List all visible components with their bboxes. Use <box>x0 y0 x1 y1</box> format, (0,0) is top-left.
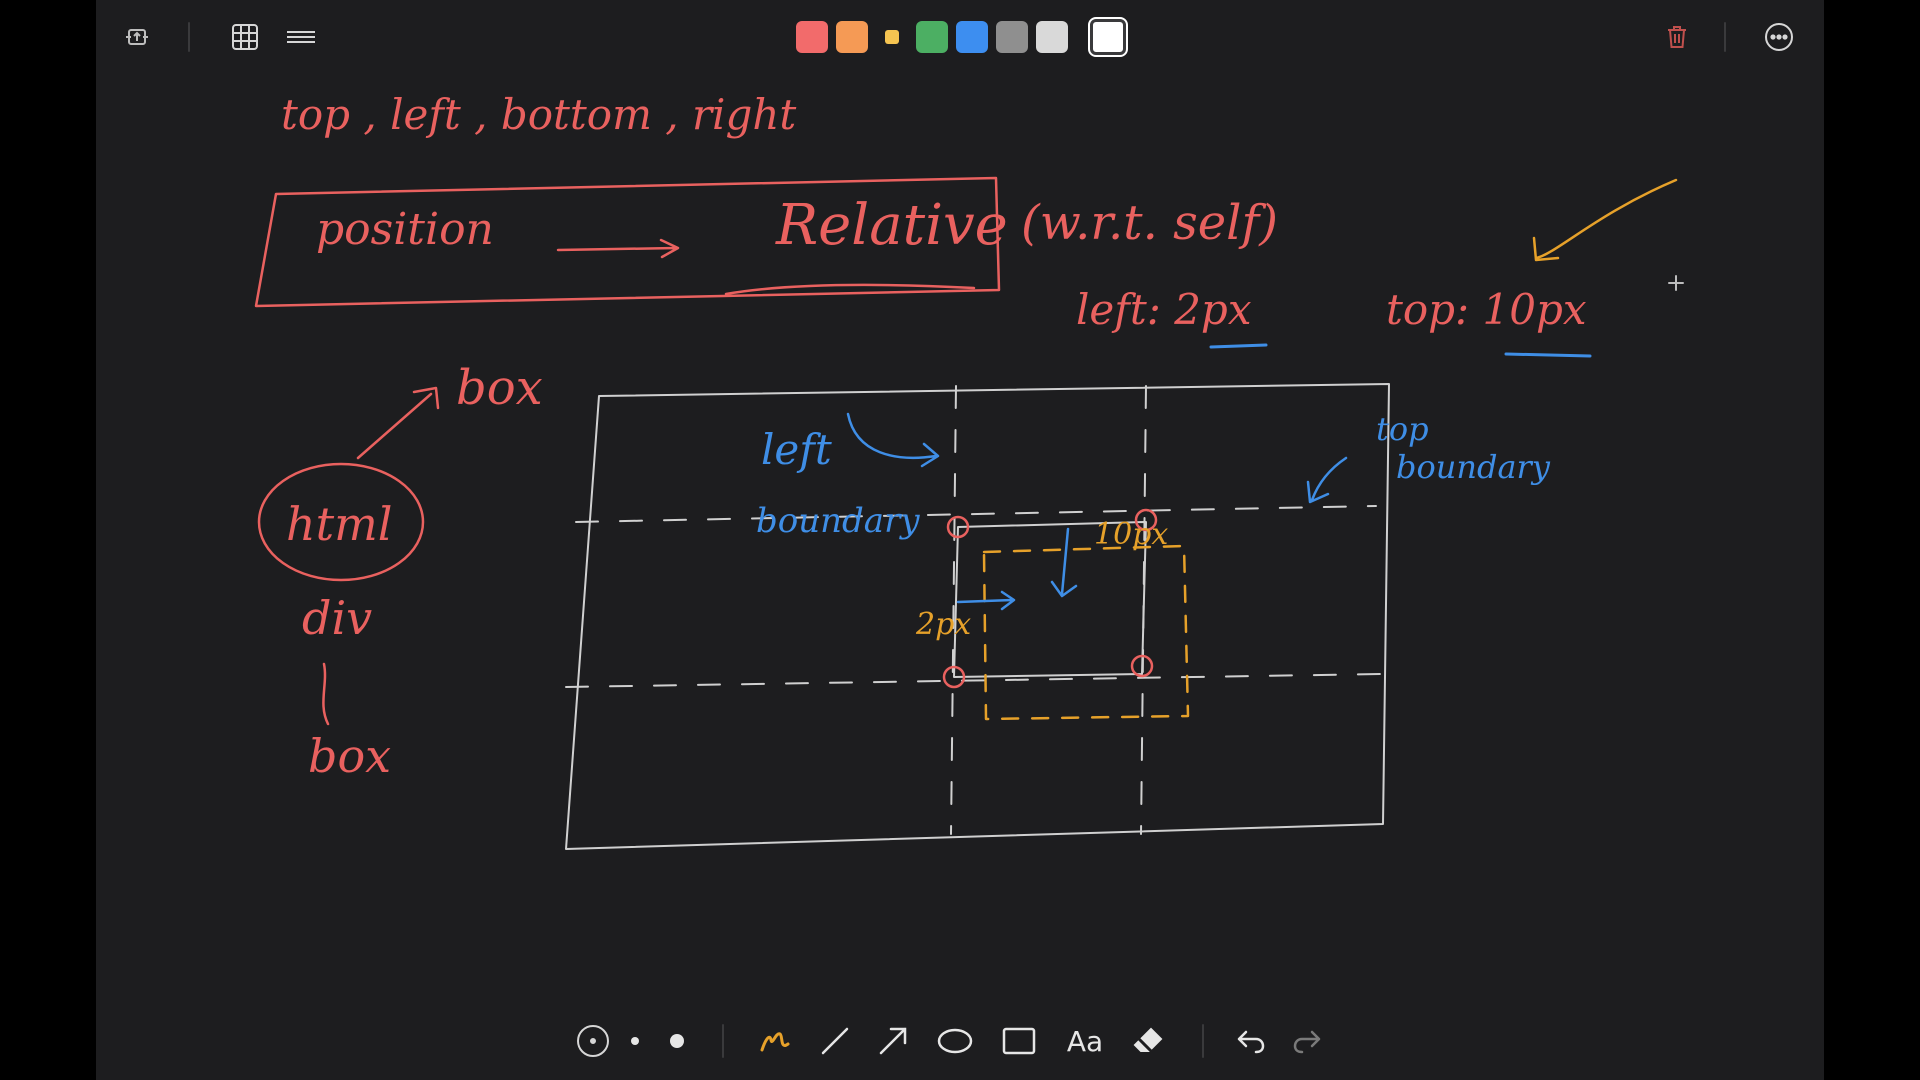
relative-text: Relative <box>775 193 1008 258</box>
html-text: html <box>286 497 392 551</box>
grid-icon[interactable] <box>226 18 264 56</box>
pen-size-large-icon[interactable] <box>654 1018 700 1064</box>
top-boundary-text-1: top <box>1376 410 1429 448</box>
div-text: div <box>302 591 372 645</box>
rectangle-icon[interactable] <box>996 1018 1042 1064</box>
arrow-icon[interactable] <box>870 1018 916 1064</box>
two-px-label: 2px <box>915 607 971 642</box>
top-toolbar <box>96 0 1824 74</box>
swatch-red[interactable] <box>796 21 828 53</box>
menu-icon[interactable] <box>282 18 320 56</box>
ten-px-label: 10px <box>1094 517 1168 552</box>
toolbar-divider <box>722 1024 724 1058</box>
top-guide-line <box>575 505 1377 523</box>
screen-share-icon[interactable] <box>118 18 156 56</box>
toolbar-divider <box>1724 22 1726 52</box>
swatch-blue[interactable] <box>956 21 988 53</box>
top-value-underline <box>1504 352 1592 358</box>
whiteboard-app: top , left , bottom , right position Rel… <box>96 0 1824 1080</box>
top-boundary-arrow <box>1306 456 1348 504</box>
text-tool[interactable]: Aa <box>1062 1018 1108 1064</box>
div-to-box-connector <box>322 662 330 726</box>
swatch-light-gray[interactable] <box>1036 21 1068 53</box>
swatch-white[interactable] <box>1088 17 1128 57</box>
swatch-yellow[interactable] <box>885 30 899 44</box>
top-boundary-text-2: boundary <box>1396 448 1551 486</box>
color-swatches <box>796 17 1134 57</box>
eraser-icon[interactable] <box>1126 1018 1172 1064</box>
toolbar-divider <box>1202 1024 1204 1058</box>
ten-px-down-arrow <box>1050 527 1078 598</box>
toolbar-divider <box>188 22 190 52</box>
drawing-canvas[interactable]: top , left , bottom , right position Rel… <box>96 74 1824 994</box>
line-icon[interactable] <box>812 1018 858 1064</box>
pen-icon[interactable] <box>752 1018 798 1064</box>
box-top-text: box <box>456 360 543 416</box>
swatch-orange[interactable] <box>836 21 868 53</box>
ellipse-icon[interactable] <box>932 1018 978 1064</box>
left-value-underline <box>1209 343 1268 349</box>
bottom-toolbar: Aa <box>96 1000 1824 1080</box>
title-line-text: top , left , bottom , right <box>281 90 796 139</box>
orange-annotation-arrow <box>1532 178 1678 262</box>
undo-icon[interactable] <box>1228 1018 1274 1064</box>
shifted-element-box <box>982 544 1190 721</box>
container-rectangle <box>565 383 1390 850</box>
left-boundary-arrow <box>846 412 940 468</box>
html-to-box-arrow <box>356 386 440 460</box>
cursor-crosshair-icon <box>1668 275 1684 291</box>
more-icon[interactable] <box>1760 18 1798 56</box>
top-value-text: top: 10px <box>1386 285 1587 334</box>
position-arrow <box>556 238 680 259</box>
left-boundary-text-1: left <box>761 425 832 474</box>
box-bottom-text: box <box>308 729 391 783</box>
trash-icon[interactable] <box>1658 18 1696 56</box>
pen-size-medium-icon[interactable] <box>612 1018 658 1064</box>
left-boundary-text-2: boundary <box>756 501 920 541</box>
pen-size-thin-icon[interactable] <box>570 1018 616 1064</box>
redo-icon[interactable] <box>1284 1018 1330 1064</box>
wrt-text: (w.r.t. self) <box>1021 195 1278 251</box>
swatch-green[interactable] <box>916 21 948 53</box>
position-text: position <box>316 204 494 255</box>
left-value-text: left: 2px <box>1076 285 1252 334</box>
swatch-gray[interactable] <box>996 21 1028 53</box>
